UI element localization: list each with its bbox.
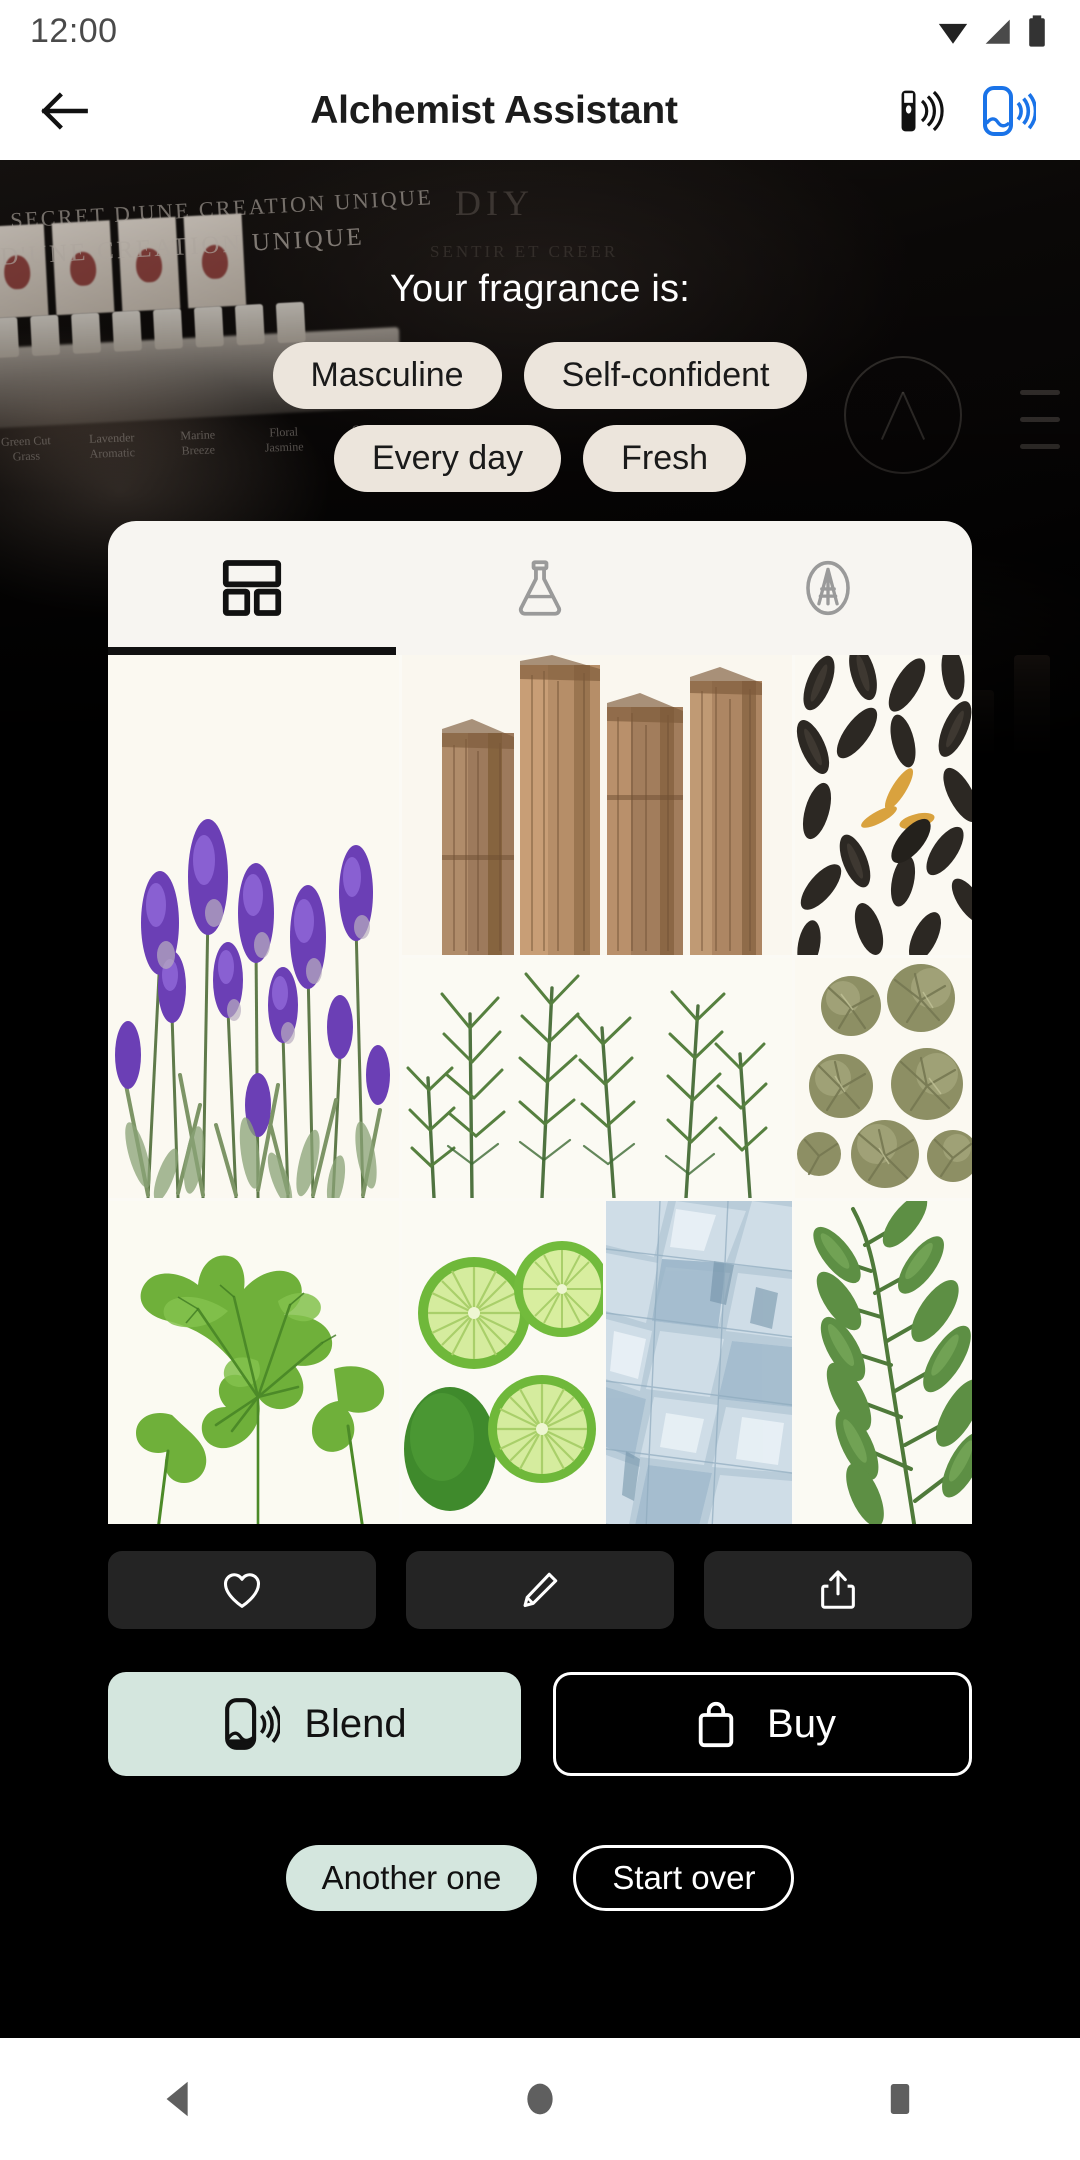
mosaic-tile-cedarwood[interactable] <box>402 655 792 955</box>
app-header: Alchemist Assistant <box>0 62 1080 160</box>
card-tabbar <box>108 521 972 655</box>
back-button[interactable] <box>26 72 104 150</box>
secondary-action-row: Another one Start over <box>0 1845 1080 1911</box>
mosaic-tile-tonka-bean[interactable] <box>795 655 972 955</box>
status-bar: 12:00 <box>0 0 1080 62</box>
scent-stick-cast-icon <box>901 90 944 132</box>
blend-button[interactable]: Blend <box>108 1672 521 1776</box>
start-over-button[interactable]: Start over <box>573 1845 795 1911</box>
nav-back-icon <box>166 2081 188 2117</box>
primary-action-row: Blend Buy <box>108 1672 972 1776</box>
back-arrow-icon <box>41 92 88 130</box>
cellular-signal-icon <box>985 19 1010 44</box>
heart-icon <box>223 1573 261 1608</box>
status-icons <box>936 14 1050 48</box>
nav-back-button[interactable] <box>120 2038 240 2160</box>
blend-button-label: Blend <box>304 1701 407 1746</box>
android-navigation-bar <box>0 2038 1080 2160</box>
nav-home-icon <box>527 2083 553 2115</box>
trait-chip[interactable]: Self-confident <box>523 342 808 409</box>
battery-icon <box>1029 15 1045 47</box>
fragrance-card <box>108 521 972 1524</box>
mosaic-tile-lavender[interactable] <box>108 655 399 1198</box>
grid-layout-icon <box>222 560 282 616</box>
nav-recents-button[interactable] <box>840 2038 960 2160</box>
nav-recents-icon <box>890 2084 910 2114</box>
result-heading: Your fragrance is: <box>389 268 691 310</box>
ingredient-mosaic <box>108 655 972 1524</box>
tab-composition[interactable] <box>108 521 396 655</box>
mosaic-tile-bergamot[interactable] <box>402 1201 603 1524</box>
buy-button[interactable]: Buy <box>553 1672 972 1776</box>
trait-chip-group: Masculine Self-confident Every day Fresh <box>0 342 1080 508</box>
trait-chip[interactable]: Fresh <box>583 425 747 492</box>
pencil-icon <box>523 1572 558 1608</box>
tab-origin[interactable] <box>684 521 972 655</box>
page-title: Alchemist Assistant <box>310 89 678 132</box>
mosaic-tile-mineral-ice[interactable] <box>606 1201 792 1524</box>
trait-chip-row: Every day Fresh <box>0 425 1080 492</box>
nav-home-button[interactable] <box>480 2038 600 2160</box>
diffuser-cast-icon <box>983 86 1036 136</box>
mosaic-tile-rosemary[interactable] <box>402 958 792 1198</box>
diffuser-cast-button[interactable] <box>980 83 1036 139</box>
trait-chip[interactable]: Masculine <box>272 342 502 409</box>
buy-button-label: Buy <box>767 1701 836 1746</box>
mosaic-tile-geranium[interactable] <box>108 1201 399 1524</box>
scent-stick-cast-button[interactable] <box>894 83 950 139</box>
another-one-button[interactable]: Another one <box>285 1845 538 1911</box>
app-root: 12:00 Alchemist Assistant Your fragrance… <box>0 0 1080 2160</box>
mosaic-tile-sage[interactable] <box>795 1201 972 1524</box>
wifi-icon <box>938 23 968 44</box>
quick-action-row <box>108 1551 972 1629</box>
favorite-button[interactable] <box>108 1551 376 1629</box>
mosaic-tile-oakmoss[interactable] <box>795 958 972 1198</box>
trait-chip-row: Masculine Self-confident <box>0 342 1080 409</box>
diffuser-cast-icon <box>225 1698 281 1750</box>
status-time: 12:00 <box>30 11 118 50</box>
tab-formula[interactable] <box>396 521 684 655</box>
edit-button[interactable] <box>406 1551 674 1629</box>
active-tab-indicator <box>108 647 396 655</box>
trait-chip[interactable]: Every day <box>333 425 562 492</box>
share-icon <box>821 1570 855 1609</box>
share-button[interactable] <box>704 1551 972 1629</box>
flask-icon <box>518 560 562 616</box>
shopping-bag-icon <box>698 1701 734 1748</box>
eiffel-tower-oval-icon <box>806 560 850 616</box>
header-actions <box>894 83 1054 139</box>
